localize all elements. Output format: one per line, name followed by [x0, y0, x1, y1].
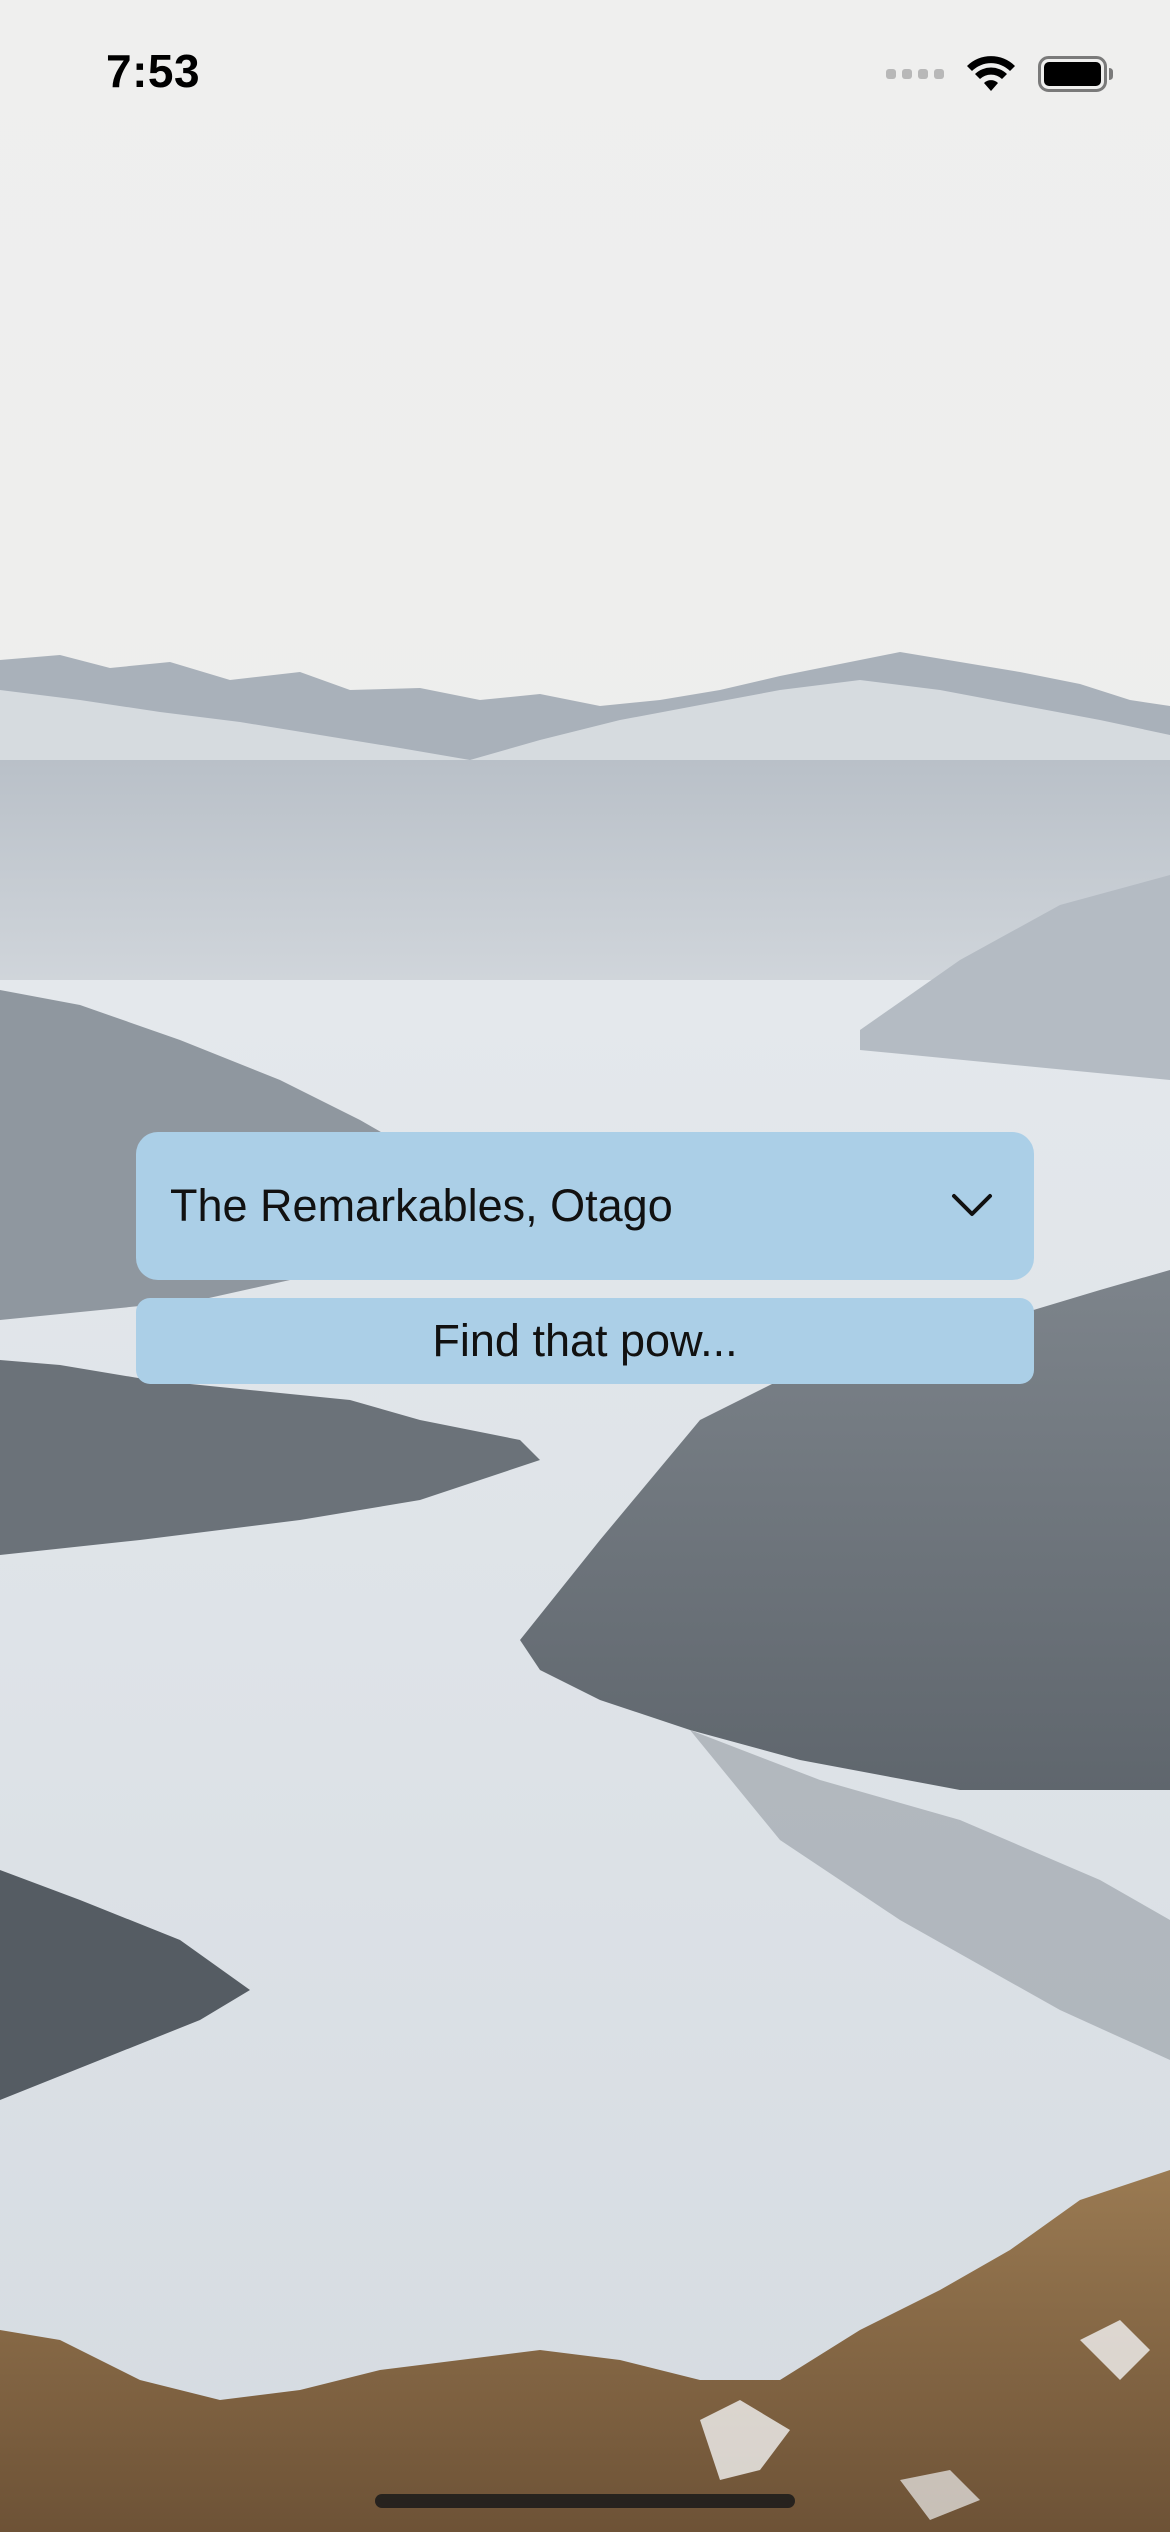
status-time: 7:53 — [106, 45, 201, 97]
battery-icon — [1038, 56, 1113, 92]
app-screen: 7:53 The Remarkables, Otago Find that po… — [0, 0, 1170, 2532]
chevron-down-icon — [952, 1194, 992, 1216]
location-picker-value: The Remarkables, Otago — [170, 1180, 673, 1231]
home-indicator[interactable] — [375, 2494, 795, 2508]
status-bar: 7:53 — [0, 0, 1170, 140]
cellular-signal-icon — [886, 69, 944, 79]
location-picker[interactable]: The Remarkables, Otago — [136, 1132, 1034, 1280]
status-icons — [886, 54, 1114, 94]
wifi-icon — [967, 56, 1015, 91]
find-that-pow-button[interactable]: Find that pow... — [136, 1298, 1034, 1384]
